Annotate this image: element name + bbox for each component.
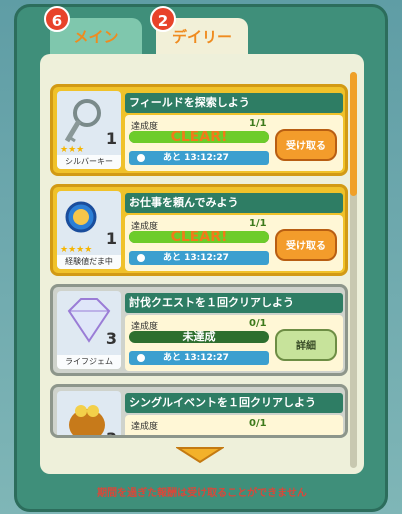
progress-bar: CLEAR!: [129, 231, 269, 243]
mission-card: 1 ★★★★ 経験値だま中 お仕事を頼んでみよう 達成度 1/1 CLEAR! …: [50, 184, 348, 276]
daily-badge: 2: [150, 6, 176, 32]
clock-icon: [135, 152, 147, 164]
mission-title: 討伐クエストを１回クリアしよう: [125, 293, 343, 313]
mission-card: 1 ★★★ シルバーキー フィールドを探索しよう 達成度 1/1 CLEAR! …: [50, 84, 348, 176]
reward-thumbnail: 3 ライフジェム: [57, 291, 121, 369]
progress-value: 1/1: [249, 218, 267, 229]
progress-bar: 未達成: [129, 331, 269, 343]
mission-body: 達成度 0/1: [125, 415, 343, 435]
reward-name: ライフジェム: [57, 355, 121, 369]
tab-main-label: メイン: [73, 28, 119, 46]
timer: あと 13:12:27: [129, 351, 269, 365]
rarity-stars: ★★★★: [60, 245, 93, 255]
status-text: 未達成: [182, 331, 216, 343]
receive-button[interactable]: 受け取る: [275, 129, 337, 161]
detail-button[interactable]: 詳細: [275, 329, 337, 361]
receive-button[interactable]: 受け取る: [275, 229, 337, 261]
timer: あと 13:12:27: [129, 251, 269, 265]
reward-count: 1: [105, 129, 117, 148]
reward-thumbnail: 1 ★★★★ 経験値だま中: [57, 191, 121, 269]
rarity-stars: ★★★: [60, 145, 85, 155]
mission-body: 達成度 0/1 未達成 あと 13:12:27 詳細: [125, 315, 343, 371]
status-text: CLEAR!: [170, 131, 228, 143]
reward-name: 経験値だま中: [57, 255, 121, 269]
mission-title: シングルイベントを１回クリアしよう: [125, 393, 343, 413]
mission-card: 3 ライフジェム 討伐クエストを１回クリアしよう 達成度 0/1 未達成 あと …: [50, 284, 348, 376]
mission-title: お仕事を頼んでみよう: [125, 193, 343, 213]
progress-value: 1/1: [249, 118, 267, 129]
main-badge: 6: [44, 6, 70, 32]
reward-count: 1: [105, 229, 117, 248]
mission-title: フィールドを探索しよう: [125, 93, 343, 113]
status-text: CLEAR!: [170, 231, 228, 243]
progress-value: 0/1: [249, 418, 267, 429]
mission-body: 達成度 1/1 CLEAR! あと 13:12:27 受け取る: [125, 215, 343, 271]
scroll-thumb[interactable]: [350, 72, 357, 196]
tab-daily-label: デイリー: [171, 28, 232, 46]
progress-value: 0/1: [249, 318, 267, 329]
mission-body: 達成度 1/1 CLEAR! あと 13:12:27 受け取る: [125, 115, 343, 171]
reward-thumbnail: 3: [57, 391, 121, 435]
mission-card: 3 シングルイベントを１回クリアしよう 達成度 0/1: [50, 384, 348, 438]
timer: あと 13:12:27: [129, 151, 269, 165]
timer-text: あと 13:12:27: [163, 153, 229, 163]
timer-text: あと 13:12:27: [163, 253, 229, 263]
progress-label: 達成度: [131, 422, 159, 432]
reward-thumbnail: 1 ★★★ シルバーキー: [57, 91, 121, 169]
reward-name: シルバーキー: [57, 155, 121, 169]
clock-icon: [135, 252, 147, 264]
timer-text: あと 13:12:27: [163, 353, 229, 363]
reward-count: 3: [106, 429, 117, 435]
scrollbar[interactable]: [350, 72, 357, 468]
clock-icon: [135, 352, 147, 364]
reward-count: 3: [105, 329, 117, 348]
footer-note: 期間を過ぎた報酬は受け取ることができません: [97, 488, 307, 499]
scroll-down-arrow-icon[interactable]: [176, 446, 224, 464]
progress-bar: CLEAR!: [129, 131, 269, 143]
